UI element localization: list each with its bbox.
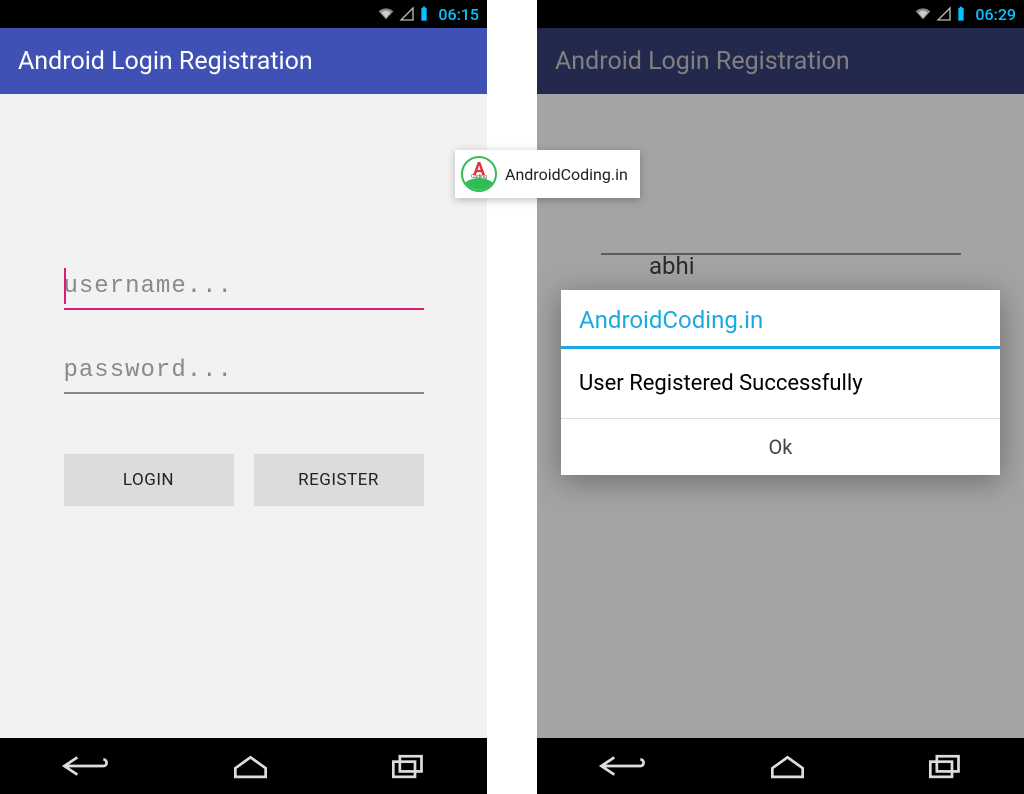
password-field[interactable] — [64, 348, 424, 392]
nav-bar — [0, 738, 487, 794]
dialog-ok-button[interactable]: Ok — [561, 418, 1000, 475]
login-form: LOGIN REGISTER — [64, 264, 424, 506]
signal-icon — [936, 6, 952, 22]
status-bar: 06:29 — [537, 0, 1024, 28]
recents-icon[interactable] — [389, 753, 428, 779]
phone-screenshot-login-form: 06:15 Android Login Registration LOGIN R… — [0, 0, 487, 794]
battery-icon — [957, 6, 965, 22]
app-bar: Android Login Registration — [537, 28, 1024, 94]
watermark-text: AndroidCoding.in — [505, 165, 628, 184]
watermark-badge: A Coding AndroidCoding.in — [455, 150, 640, 198]
login-button[interactable]: LOGIN — [64, 454, 234, 506]
battery-icon — [420, 6, 428, 22]
home-icon[interactable] — [231, 753, 270, 779]
recents-icon[interactable] — [926, 753, 965, 779]
app-title: Android Login Registration — [555, 47, 850, 76]
back-icon[interactable] — [60, 753, 112, 779]
text-caret — [64, 268, 66, 304]
alert-dialog: AndroidCoding.in User Registered Success… — [561, 290, 1000, 475]
status-clock: 06:29 — [975, 5, 1016, 24]
username-field[interactable] — [601, 209, 961, 253]
username-input-wrap[interactable] — [64, 264, 424, 310]
nav-bar — [537, 738, 1024, 794]
watermark-logo-icon: A Coding — [461, 156, 497, 192]
home-icon[interactable] — [768, 753, 807, 779]
app-bar: Android Login Registration — [0, 28, 487, 94]
username-value-behind: abhi — [649, 252, 695, 280]
register-button[interactable]: REGISTER — [254, 454, 424, 506]
dialog-title: AndroidCoding.in — [561, 290, 1000, 346]
phone-screenshot-dialog: 06:29 Android Login Registration abhi LO… — [537, 0, 1024, 794]
username-field[interactable] — [64, 264, 424, 308]
username-input-wrap[interactable] — [601, 209, 961, 255]
button-row: LOGIN REGISTER — [64, 454, 424, 506]
signal-icon — [399, 6, 415, 22]
status-icons — [915, 6, 965, 22]
wifi-icon — [915, 6, 931, 22]
back-icon[interactable] — [597, 753, 649, 779]
status-bar: 06:15 — [0, 0, 487, 28]
status-icons — [378, 6, 428, 22]
dialog-message: User Registered Successfully — [561, 349, 1000, 418]
app-title: Android Login Registration — [18, 47, 313, 76]
password-input-wrap[interactable] — [64, 348, 424, 394]
app-body: LOGIN REGISTER — [0, 94, 487, 738]
status-clock: 06:15 — [438, 5, 479, 24]
wifi-icon — [378, 6, 394, 22]
